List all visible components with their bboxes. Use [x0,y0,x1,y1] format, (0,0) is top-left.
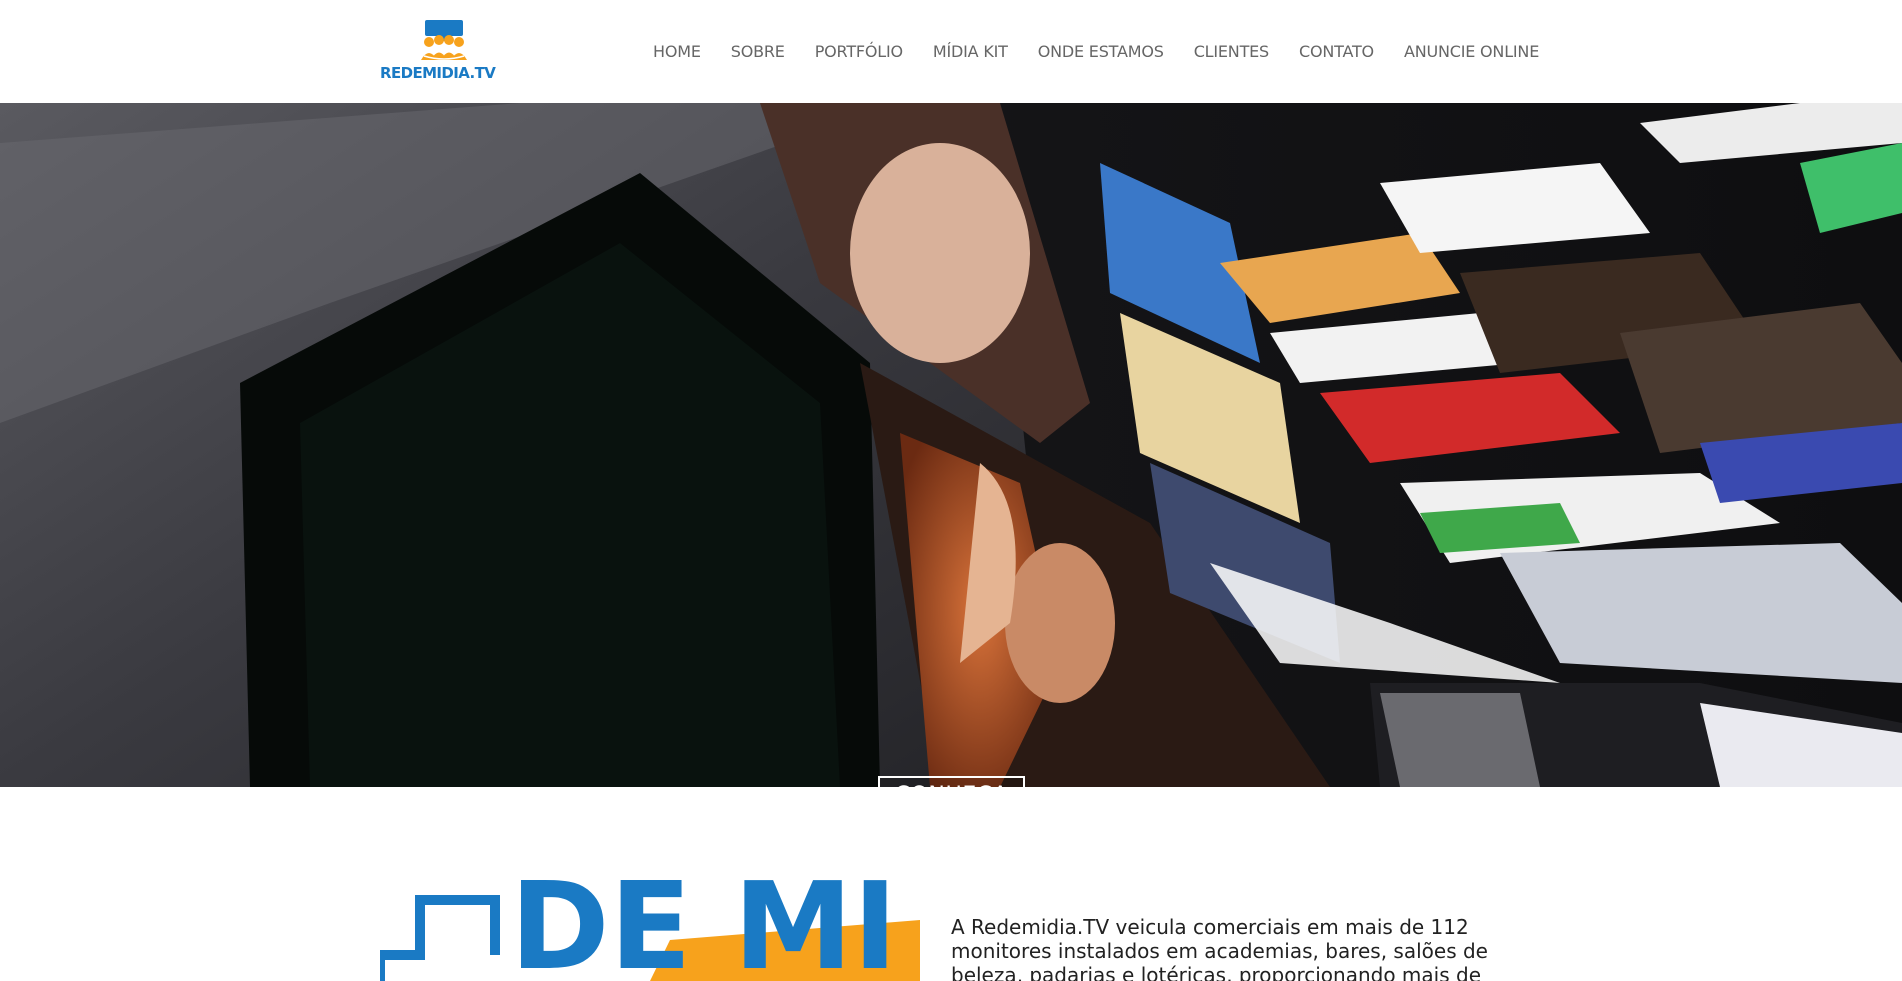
about-illustration: DE MI [380,850,920,981]
site-header: REDEMIDIA.TV HOME SOBRE PORTFÓLIO MÍDIA … [0,0,1902,103]
art-text: DE MI [510,858,897,981]
demi-art: DE MI [380,858,920,981]
hero-banner: CONHEÇA [0,103,1902,787]
nav-anuncie-online[interactable]: ANUNCIE ONLINE [1404,42,1539,61]
logo[interactable]: REDEMIDIA.TV [380,18,510,84]
nav-home[interactable]: HOME [653,42,701,61]
hero-image [0,103,1902,787]
nav-contato[interactable]: CONTATO [1299,42,1374,61]
nav-onde-estamos[interactable]: ONDE ESTAMOS [1038,42,1164,61]
nav-clientes[interactable]: CLIENTES [1194,42,1270,61]
conheca-button[interactable]: CONHEÇA [878,776,1025,787]
logo-text: REDEMIDIA.TV [380,64,496,82]
about-text: A Redemidia.TV veicula comerciais em mai… [951,915,1488,981]
logo-icon [421,20,467,60]
nav-sobre[interactable]: SOBRE [731,42,785,61]
nav-midia-kit[interactable]: MÍDIA KIT [933,42,1008,61]
nav-portfolio[interactable]: PORTFÓLIO [815,42,903,61]
main-nav: HOME SOBRE PORTFÓLIO MÍDIA KIT ONDE ESTA… [653,0,1539,103]
